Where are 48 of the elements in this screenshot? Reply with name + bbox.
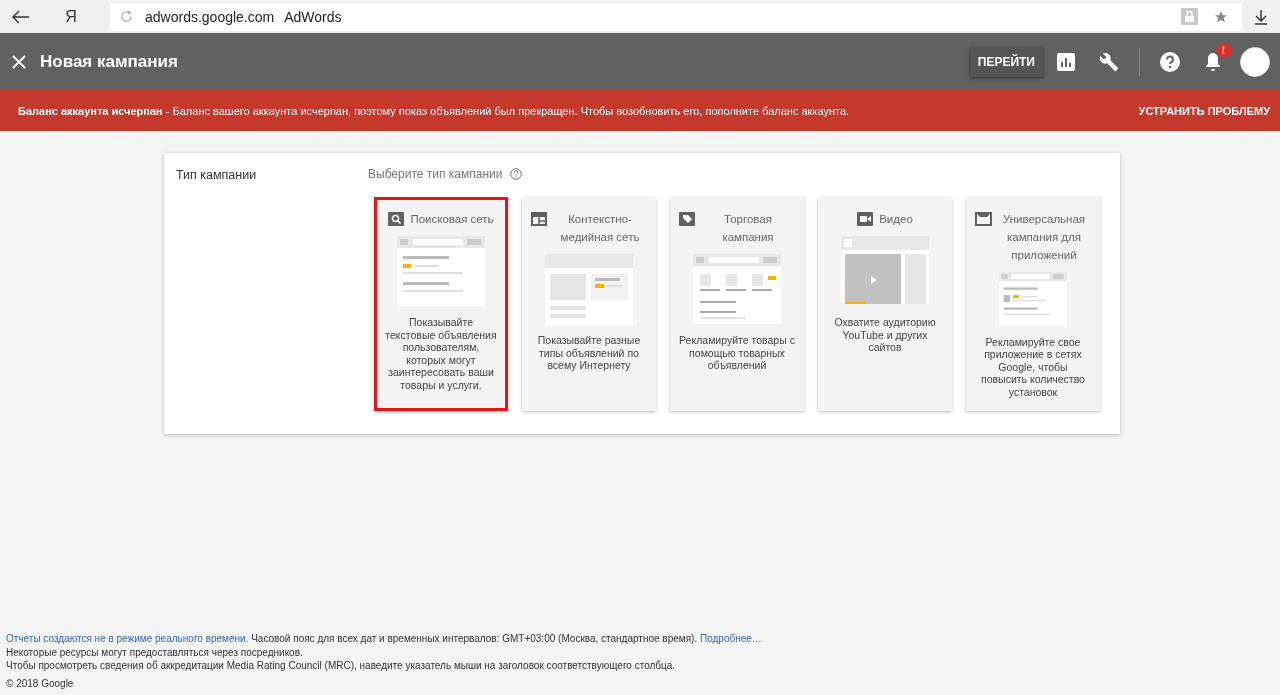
notification-badge: ! xyxy=(1216,42,1231,58)
close-icon[interactable] xyxy=(12,54,26,69)
go-button[interactable]: ПЕРЕЙТИ xyxy=(969,46,1043,77)
tag-icon xyxy=(679,212,696,226)
campaign-type-card[interactable]: Универсальная кампания для приложений Рекламируйте свое приложение в сетях Google, чтобы повысить количество установок xyxy=(966,197,1100,411)
campaign-type-description: Рекламируйте товары с помощью товарных объявлений xyxy=(679,334,795,372)
page-title: AdWords xyxy=(284,8,342,25)
footer-note: Чтобы просмотреть сведения об аккредитации Media Rating Council (MRC), наведите указатель мыши на заголовок соответствующего столбца. xyxy=(6,659,677,673)
campaign-type-card[interactable]: Торговая кампания Рекламируйте товары с помощью товарных объявлений xyxy=(670,197,804,411)
campaign-type-description: Охватите аудиторию YouTube и других сайтов xyxy=(833,316,937,354)
campaign-type-card[interactable]: Поисковая сеть Показывайте текстовые объявления пользователям, которых могут заинтересовать ваши товары и услуги. xyxy=(374,197,508,411)
avatar[interactable] xyxy=(1240,46,1270,77)
campaign-type-card[interactable]: Видео Охватите аудиторию YouTube и других сайтов xyxy=(818,197,952,411)
campaign-type-title: Видео xyxy=(879,212,913,227)
campaign-type-description: Рекламируйте свое приложение в сетях Google, чтобы повысить количество установок xyxy=(980,335,1086,398)
lock-icon xyxy=(1181,8,1198,25)
more-link[interactable]: Подробнее… xyxy=(700,633,762,644)
address-bar[interactable]: adwords.google.com AdWords xyxy=(110,2,1242,31)
select-type-prompt: Выберите тип кампании xyxy=(368,167,503,181)
fix-problem-link[interactable]: УСТРАНИТЬ ПРОБЛЕМУ xyxy=(1138,104,1270,117)
page-title: Новая кампания xyxy=(40,51,179,72)
window-icon xyxy=(975,212,992,226)
back-arrow-icon[interactable] xyxy=(12,9,30,24)
yandex-logo[interactable]: Я xyxy=(56,7,86,26)
footer-note: Некоторые ресурсы могут предоставляться через посредников. xyxy=(6,645,304,659)
campaign-type-description: Показывайте разные типы объявлений по всему Интернету xyxy=(536,334,642,372)
video-camera-icon xyxy=(857,212,875,226)
realtime-reports-link[interactable]: Отчеты создаются не в режиме реального времени. xyxy=(6,633,249,644)
wrench-icon[interactable] xyxy=(1099,51,1119,72)
campaign-type-title: Поисковая сеть xyxy=(410,212,494,227)
section-label: Тип кампании xyxy=(176,167,258,184)
campaign-type-title: Универсальная кампания для приложений xyxy=(1001,212,1087,263)
help-icon[interactable] xyxy=(1160,51,1180,72)
search-icon xyxy=(388,212,406,226)
campaign-type-title: Торговая кампания xyxy=(721,212,775,245)
footer-note: Отчеты создаются не в режиме реального времени. Часовой пояс для всех дат и временных интервалов: GMT+03:00 (Москва, стандартное время). Подробнее… xyxy=(6,632,763,646)
bell-icon[interactable] xyxy=(1204,51,1222,72)
campaign-type-title: Контекстно-медийная сеть xyxy=(559,212,641,245)
copyright: © 2018 Google xyxy=(6,676,75,690)
campaign-type-description: Показывайте текстовые объявления пользователям, которых могут заинтересовать ваши товары и услуги. xyxy=(384,316,498,391)
url-text: adwords.google.com xyxy=(145,8,275,25)
bar-chart-icon[interactable] xyxy=(1057,52,1075,71)
star-icon[interactable] xyxy=(1214,9,1228,24)
campaign-type-card[interactable]: Контекстно-медийная сеть Показывайте разные типы объявлений по всему Интернету xyxy=(522,197,656,411)
alert-message: Баланс аккаунта исчерпан - Баланс вашего аккаунта исчерпан, поэтому показ объявлений был прекращен. Чтобы возобновить его, пополните баланс аккаунта. xyxy=(18,104,851,117)
download-icon[interactable] xyxy=(1254,8,1268,25)
layout-icon xyxy=(531,212,548,226)
help-icon[interactable] xyxy=(510,168,523,180)
